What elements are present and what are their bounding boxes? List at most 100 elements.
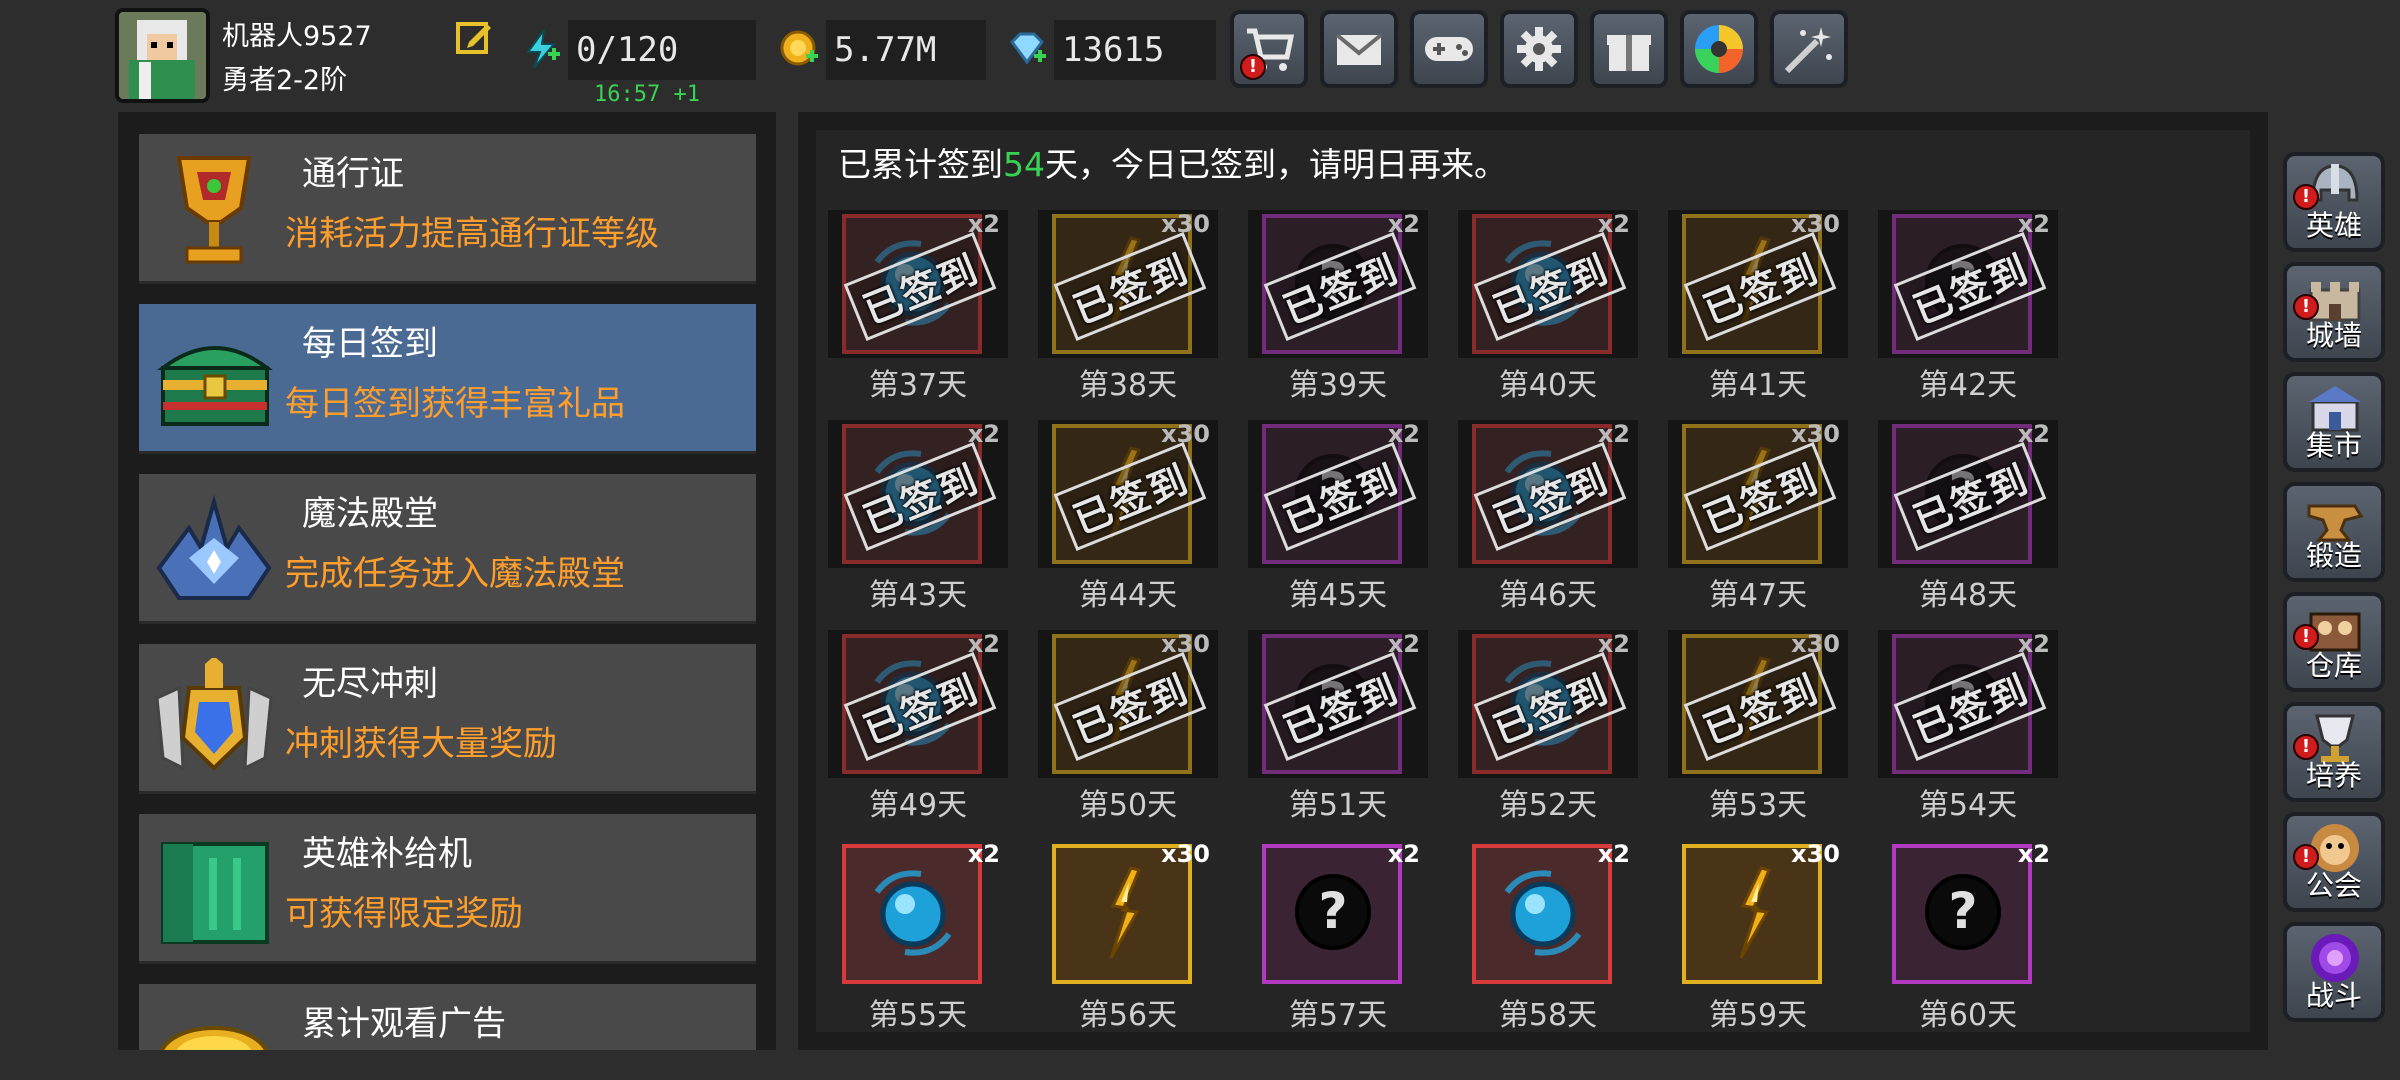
reward-cell[interactable]: x2 已签到 第49天 (828, 630, 1008, 825)
menu-item-magic-hall[interactable]: 魔法殿堂 完成任务进入魔法殿堂 (139, 474, 756, 624)
menu-desc: 消耗活力提高通行证等级 (285, 214, 659, 254)
reward-day-label: 第49天 (868, 788, 968, 823)
reward-quantity: x30 (1161, 420, 1210, 448)
reward-cell[interactable]: x2 第55天 (828, 840, 1008, 1035)
edit-name-icon[interactable] (455, 18, 493, 56)
treasure-chest-icon (157, 346, 273, 426)
menu-desc: 可获得限定奖励 (285, 894, 523, 934)
reward-cell[interactable]: ? x2 已签到 第39天 (1248, 210, 1428, 405)
reward-day-label: 第52天 (1498, 788, 1598, 823)
winged-gem-icon (155, 658, 273, 771)
nav-label: 城墙 (2305, 319, 2362, 352)
reward-day-label: 第45天 (1288, 578, 1388, 613)
menu-item-battle-pass[interactable]: 通行证 消耗活力提高通行证等级 (139, 134, 756, 284)
reward-cell[interactable]: ? x2 已签到 第42天 (1878, 210, 2058, 405)
reward-cell[interactable]: ? x2 第57天 (1248, 840, 1428, 1035)
menu-desc: 每日签到获得丰富礼品 (285, 384, 625, 424)
reward-cell[interactable]: x2 已签到 第52天 (1458, 630, 1638, 825)
menu-desc: 完成任务进入魔法殿堂 (285, 554, 625, 594)
reward-cell[interactable]: ? x2 已签到 第48天 (1878, 420, 2058, 615)
reward-cell[interactable]: x30 第59天 (1668, 840, 1848, 1035)
reward-cell[interactable]: x2 已签到 第37天 (828, 210, 1008, 405)
color-wheel-icon (1695, 25, 1743, 73)
reward-quantity: x30 (1791, 840, 1840, 868)
signin-status-text: 已累计签到54天，今日已签到，请明日再来。 (838, 138, 1507, 186)
menu-item-hero-supply[interactable]: 英雄补给机 可获得限定奖励 (139, 814, 756, 964)
fireworks-button[interactable] (1770, 10, 1848, 88)
gamepad-button[interactable] (1410, 10, 1488, 88)
reward-day-label: 第57天 (1288, 998, 1388, 1033)
menu-item-daily-signin[interactable]: 每日签到 每日签到获得丰富礼品 (139, 304, 756, 454)
reward-cell[interactable]: x30 已签到 第44天 (1038, 420, 1218, 615)
reward-cell[interactable]: x30 已签到 第53天 (1668, 630, 1848, 825)
nav-label: 英雄 (2305, 209, 2362, 242)
reward-cell[interactable]: ? x2 已签到 第54天 (1878, 630, 2058, 825)
reward-day-label: 第47天 (1708, 578, 1808, 613)
gem-icon[interactable] (1006, 28, 1048, 70)
settings-button[interactable] (1500, 10, 1578, 88)
signin-days-count: 54 (1003, 145, 1045, 184)
reward-cell[interactable]: x2 已签到 第40天 (1458, 210, 1638, 405)
nav-button[interactable]: ! 公会 (2283, 812, 2385, 912)
blue-orb-icon (1504, 870, 1582, 956)
gift-button[interactable] (1590, 10, 1668, 88)
reward-quantity: x30 (1791, 630, 1840, 658)
reward-day-label: 第56天 (1078, 998, 1178, 1033)
reward-cell[interactable]: ? x2 第60天 (1878, 840, 2058, 1035)
menu-title: 累计观看广告 (302, 1004, 506, 1044)
gold-coin-icon[interactable] (778, 28, 820, 70)
reward-cell[interactable]: x30 已签到 第38天 (1038, 210, 1218, 405)
menu-item-watch-ads[interactable]: 累计观看广告 (139, 984, 756, 1050)
nav-button[interactable]: ! 城墙 (2283, 262, 2385, 362)
reward-cell[interactable]: x2 已签到 第43天 (828, 420, 1008, 615)
menu-title: 无尽冲刺 (302, 664, 438, 704)
gamepad-icon (1425, 37, 1473, 61)
nav-label: 锻造 (2305, 539, 2362, 572)
reward-cell[interactable]: ? x2 已签到 第45天 (1248, 420, 1428, 615)
reward-cell[interactable]: ? x2 已签到 第51天 (1248, 630, 1428, 825)
energy-value: 0/120 (568, 20, 756, 80)
reward-day-label: 第53天 (1708, 788, 1808, 823)
reward-day-label: 第58天 (1498, 998, 1598, 1033)
reward-cell[interactable]: x2 第58天 (1458, 840, 1638, 1035)
menu-title: 通行证 (302, 154, 404, 194)
nav-button[interactable]: 锻造 (2283, 482, 2385, 582)
green-crate-icon (161, 842, 269, 944)
reward-cell[interactable]: x30 已签到 第47天 (1668, 420, 1848, 615)
menu-title: 魔法殿堂 (302, 494, 438, 534)
reward-day-label: 第55天 (868, 998, 968, 1033)
player-avatar[interactable] (115, 8, 210, 103)
reward-cell[interactable]: x30 已签到 第41天 (1668, 210, 1848, 405)
nav-button[interactable]: ! 英雄 (2283, 152, 2385, 252)
shop-button[interactable]: ! (1230, 10, 1308, 88)
trophy-cup-icon (176, 156, 252, 264)
gold-shard-icon (1109, 866, 1142, 959)
reward-day-label: 第39天 (1288, 368, 1388, 403)
nav-button[interactable]: 集市 (2283, 372, 2385, 472)
reward-day-label: 第59天 (1708, 998, 1808, 1033)
reward-day-label: 第37天 (868, 368, 968, 403)
nav-button[interactable]: ! 培养 (2283, 702, 2385, 802)
reward-cell[interactable]: x30 已签到 第50天 (1038, 630, 1218, 825)
reward-quantity: x30 (1791, 420, 1840, 448)
reward-cell[interactable]: x2 已签到 第46天 (1458, 420, 1638, 615)
mail-button[interactable] (1320, 10, 1398, 88)
menu-item-endless-sprint[interactable]: 无尽冲刺 冲刺获得大量奖励 (139, 644, 756, 794)
reward-day-label: 第51天 (1288, 788, 1388, 823)
fireworks-icon (1784, 27, 1832, 74)
reward-quantity: x2 (1387, 840, 1420, 868)
nav-button[interactable]: 战斗 (2283, 922, 2385, 1022)
crystal-crown-icon (156, 494, 272, 600)
gold-coins-icon (159, 1026, 269, 1050)
nav-button[interactable]: ! 仓库 (2283, 592, 2385, 692)
menu-title: 每日签到 (302, 324, 438, 364)
reward-day-label: 第54天 (1918, 788, 2018, 823)
reward-cell[interactable]: x30 第56天 (1038, 840, 1218, 1035)
nav-label: 公会 (2305, 869, 2362, 902)
svg-text:?: ? (1318, 882, 1347, 940)
reward-quantity: x30 (1161, 840, 1210, 868)
svg-text:?: ? (1948, 882, 1977, 940)
lucky-wheel-button[interactable] (1680, 10, 1758, 88)
gift-icon (1607, 35, 1651, 71)
mail-icon (1335, 33, 1383, 65)
